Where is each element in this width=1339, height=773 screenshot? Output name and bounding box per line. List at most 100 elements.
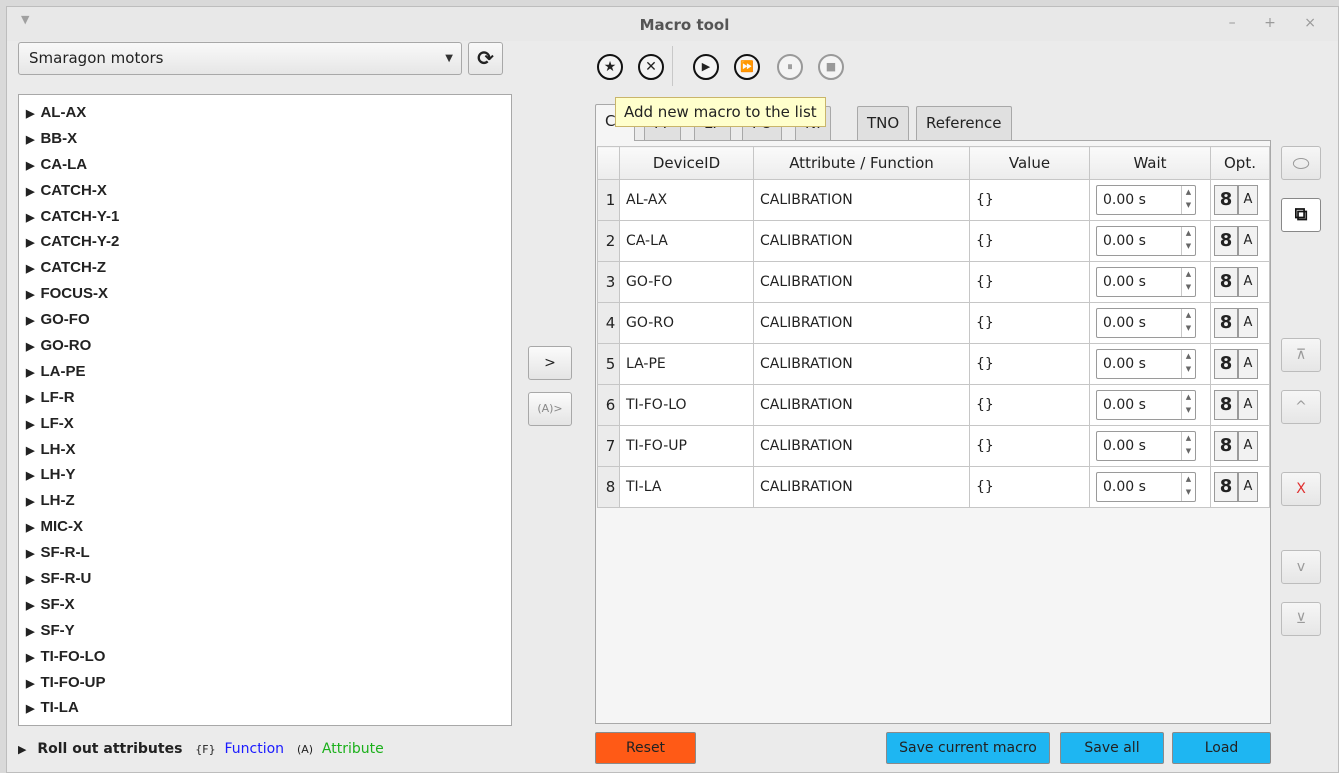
window-menu-icon[interactable]: ▼	[21, 13, 29, 26]
tree-item[interactable]: ▶ BB-X	[19, 126, 511, 152]
device-id-cell[interactable]: AL-AX	[619, 179, 754, 221]
tree-item[interactable]: ▶ SF-X	[19, 592, 511, 618]
attribute-toggle-button[interactable]: A	[1238, 390, 1258, 420]
spin-arrows-icon[interactable]: ▲ ▼	[1181, 186, 1195, 214]
tree-item[interactable]: ▶ CATCH-Z	[19, 255, 511, 281]
spin-arrows-icon[interactable]: ▲ ▼	[1181, 473, 1195, 501]
move-top-button[interactable]: ⊼	[1281, 338, 1321, 372]
save-all-button[interactable]: Save all	[1060, 732, 1164, 764]
add-device-button[interactable]: >	[528, 346, 572, 380]
value-cell[interactable]: {}	[969, 179, 1090, 221]
spin-arrows-icon[interactable]: ▲ ▼	[1181, 350, 1195, 378]
wait-spinbox[interactable]: 0.00 s ▲ ▼	[1096, 472, 1196, 502]
device-group-select[interactable]: Smaragon motors ▼	[18, 42, 462, 75]
wait-spinbox[interactable]: 0.00 s ▲ ▼	[1096, 431, 1196, 461]
tree-item[interactable]: ▶ SF-R-U	[19, 566, 511, 592]
new-macro-button[interactable]: ★	[597, 54, 623, 80]
table-row[interactable]: 6 TI-FO-LO CALIBRATION{} 0.00 s ▲ ▼ 8 A	[597, 384, 1270, 426]
tree-item[interactable]: ▶ LH-X	[19, 437, 511, 463]
link-icon[interactable]: 8	[1214, 267, 1238, 297]
device-id-cell[interactable]: TI-LA	[619, 466, 754, 508]
table-row[interactable]: 1 AL-AX CALIBRATION{} 0.00 s ▲ ▼ 8 A	[597, 179, 1270, 221]
tab-6[interactable]: Reference	[916, 106, 1012, 140]
tree-item[interactable]: ▶ CA-LA	[19, 152, 511, 178]
copy-macro-button[interactable]: ⧉	[1281, 198, 1321, 232]
attribute-toggle-button[interactable]: A	[1238, 308, 1258, 338]
pause-button[interactable]: ⏸	[777, 54, 803, 80]
wait-spinbox[interactable]: 0.00 s ▲ ▼	[1096, 267, 1196, 297]
attribute-toggle-button[interactable]: A	[1238, 472, 1258, 502]
add-attribute-button[interactable]: (A)>	[528, 392, 572, 426]
spin-arrows-icon[interactable]: ▲ ▼	[1181, 268, 1195, 296]
tree-item[interactable]: ▶ SF-R-L	[19, 540, 511, 566]
table-row[interactable]: 3 GO-FO CALIBRATION{} 0.00 s ▲ ▼ 8 A	[597, 261, 1270, 303]
link-icon[interactable]: 8	[1214, 185, 1238, 215]
device-id-cell[interactable]: GO-RO	[619, 302, 754, 344]
tree-item[interactable]: ▶ CATCH-Y-2	[19, 229, 511, 255]
attribute-cell[interactable]: CALIBRATION	[753, 343, 970, 385]
value-cell[interactable]: {}	[969, 261, 1090, 303]
attribute-toggle-button[interactable]: A	[1238, 349, 1258, 379]
tree-item[interactable]: ▶ TI-FO-UP	[19, 670, 511, 696]
attribute-toggle-button[interactable]: A	[1238, 226, 1258, 256]
table-row[interactable]: 8 TI-LA CALIBRATION{} 0.00 s ▲ ▼ 8 A	[597, 466, 1270, 508]
value-cell[interactable]: {}	[969, 384, 1090, 426]
tree-item[interactable]: ▶ CATCH-Y-1	[19, 204, 511, 230]
wait-spinbox[interactable]: 0.00 s ▲ ▼	[1096, 349, 1196, 379]
link-icon[interactable]: 8	[1214, 390, 1238, 420]
table-row[interactable]: 5 LA-PE CALIBRATION{} 0.00 s ▲ ▼ 8 A	[597, 343, 1270, 385]
tree-item[interactable]: ▶ LA-PE	[19, 359, 511, 385]
spin-arrows-icon[interactable]: ▲ ▼	[1181, 227, 1195, 255]
spin-arrows-icon[interactable]: ▲ ▼	[1181, 432, 1195, 460]
header-value[interactable]: Value	[969, 146, 1090, 180]
tree-item[interactable]: ▶ CATCH-X	[19, 178, 511, 204]
attribute-toggle-button[interactable]: A	[1238, 185, 1258, 215]
tree-item[interactable]: ▶ GO-FO	[19, 307, 511, 333]
stop-button[interactable]: ■	[818, 54, 844, 80]
wait-spinbox[interactable]: 0.00 s ▲ ▼	[1096, 226, 1196, 256]
table-row[interactable]: 2 CA-LA CALIBRATION{} 0.00 s ▲ ▼ 8 A	[597, 220, 1270, 262]
wait-spinbox[interactable]: 0.00 s ▲ ▼	[1096, 308, 1196, 338]
window-controls[interactable]: – + ×	[1229, 15, 1328, 31]
value-cell[interactable]: {}	[969, 220, 1090, 262]
roll-out-attributes[interactable]: ▶ Roll out attributes {F} Function (A) A…	[18, 738, 384, 760]
reset-button[interactable]: Reset	[595, 732, 696, 764]
attribute-cell[interactable]: CALIBRATION	[753, 384, 970, 426]
spin-arrows-icon[interactable]: ▲ ▼	[1181, 309, 1195, 337]
tree-item[interactable]: ▶ MIC-X	[19, 514, 511, 540]
value-cell[interactable]: {}	[969, 425, 1090, 467]
header-device-id[interactable]: DeviceID	[619, 146, 754, 180]
tree-item[interactable]: ▶ LF-R	[19, 385, 511, 411]
tree-item[interactable]: ▶ LH-Y	[19, 462, 511, 488]
move-up-button[interactable]: ^	[1281, 390, 1321, 424]
tree-item[interactable]: ▶ SF-Y	[19, 618, 511, 644]
tree-item[interactable]: ▶ FOCUS-X	[19, 281, 511, 307]
clear-button[interactable]: ⬭	[1281, 146, 1321, 180]
device-id-cell[interactable]: CA-LA	[619, 220, 754, 262]
refresh-button[interactable]: ⟳	[468, 42, 503, 75]
device-id-cell[interactable]: TI-FO-UP	[619, 425, 754, 467]
delete-macro-button[interactable]: ✕	[638, 54, 664, 80]
tree-item[interactable]: ▶ AL-AX	[19, 100, 511, 126]
fast-forward-button[interactable]: ⏩	[734, 54, 760, 80]
remove-row-button[interactable]: X	[1281, 472, 1321, 506]
link-icon[interactable]: 8	[1214, 431, 1238, 461]
device-id-cell[interactable]: TI-FO-LO	[619, 384, 754, 426]
spin-arrows-icon[interactable]: ▲ ▼	[1181, 391, 1195, 419]
table-row[interactable]: 7 TI-FO-UP CALIBRATION{} 0.00 s ▲ ▼ 8 A	[597, 425, 1270, 467]
value-cell[interactable]: {}	[969, 343, 1090, 385]
link-icon[interactable]: 8	[1214, 226, 1238, 256]
wait-spinbox[interactable]: 0.00 s ▲ ▼	[1096, 185, 1196, 215]
device-tree[interactable]: ▶ AL-AX ▶ BB-X ▶ CA-LA ▶ CATCH-X ▶ CATCH-Y-1 ▶ CATC…	[18, 94, 512, 726]
attribute-cell[interactable]: CALIBRATION	[753, 425, 970, 467]
tree-item[interactable]: ▶ GO-RO	[19, 333, 511, 359]
attribute-cell[interactable]: CALIBRATION	[753, 261, 970, 303]
link-icon[interactable]: 8	[1214, 308, 1238, 338]
value-cell[interactable]: {}	[969, 302, 1090, 344]
device-id-cell[interactable]: GO-FO	[619, 261, 754, 303]
table-row[interactable]: 4 GO-RO CALIBRATION{} 0.00 s ▲ ▼ 8 A	[597, 302, 1270, 344]
value-cell[interactable]: {}	[969, 466, 1090, 508]
play-button[interactable]: ▶	[693, 54, 719, 80]
tree-item[interactable]: ▶ LF-X	[19, 411, 511, 437]
save-current-macro-button[interactable]: Save current macro	[886, 732, 1050, 764]
